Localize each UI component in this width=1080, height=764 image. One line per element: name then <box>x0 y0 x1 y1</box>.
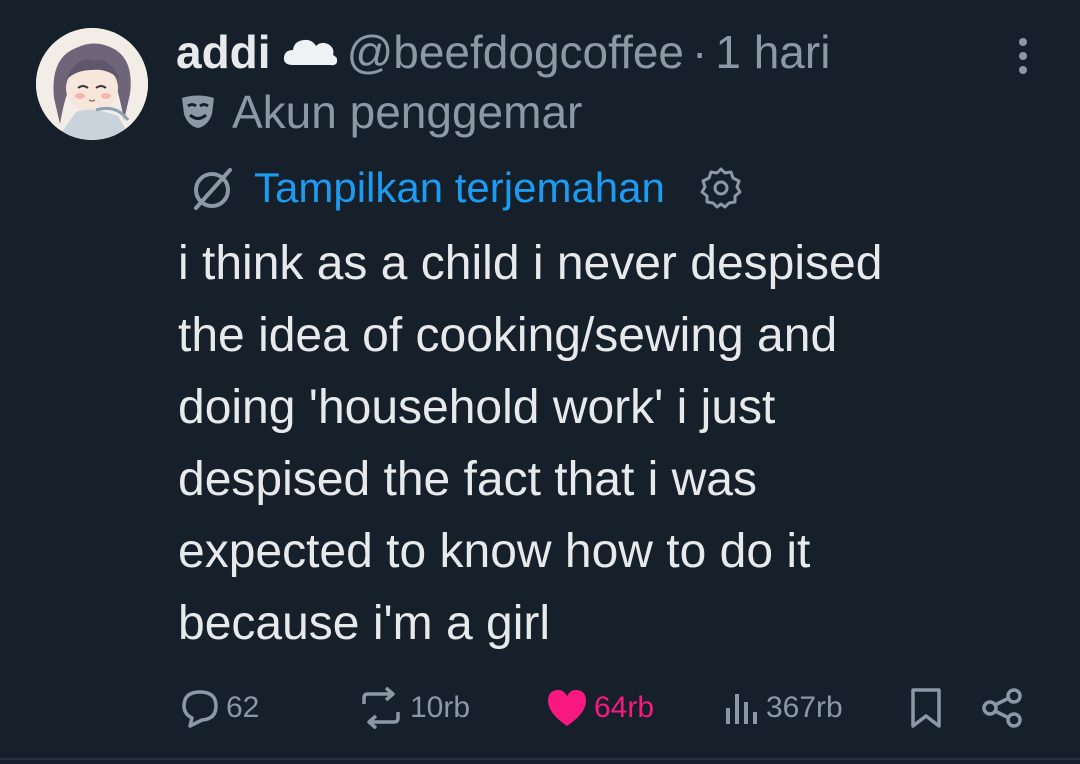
reply-button[interactable]: 62 <box>178 680 259 736</box>
gear-icon[interactable] <box>699 166 743 210</box>
views-button[interactable]: 367rb <box>722 680 843 736</box>
translate-row: Tampilkan terjemahan <box>186 160 743 216</box>
reply-count: 62 <box>226 691 260 724</box>
tweet-text-line: i think as a child i never despised <box>178 237 883 290</box>
repost-count: 10rb <box>410 691 471 724</box>
heart-icon <box>548 689 586 726</box>
share-button[interactable] <box>980 680 1026 736</box>
bookmark-icon <box>911 688 941 728</box>
translate-link[interactable]: Tampilkan terjemahan <box>254 164 665 212</box>
repost-button[interactable]: 10rb <box>356 680 470 736</box>
tweet-text-line: because i'm a girl <box>178 597 550 650</box>
theater-mask-icon <box>182 95 214 128</box>
like-count: 64rb <box>594 691 655 724</box>
tweet-text-line: doing 'household work' i just <box>178 381 776 434</box>
separator-dot: · <box>692 26 708 78</box>
like-button[interactable]: 64rb <box>544 680 654 736</box>
user-handle[interactable]: @beefdogcoffee <box>347 25 684 79</box>
account-label-text: Akun penggemar <box>232 86 583 138</box>
tweet-text: i think as a child i never despised the … <box>178 228 1038 660</box>
tweet-text-line: despised the fact that i was <box>178 453 757 506</box>
tweet-text-line: the idea of cooking/sewing and <box>178 309 838 362</box>
tweet-header: addi @beefdogcoffee · 1 hari <box>176 22 830 82</box>
avatar-image <box>36 28 148 140</box>
bar-chart-icon <box>726 694 757 724</box>
cloud-icon <box>281 35 339 69</box>
translate-icon[interactable] <box>186 162 238 214</box>
speech-bubble-icon <box>182 690 218 728</box>
divider <box>0 758 1080 760</box>
timestamp[interactable]: 1 hari <box>715 25 830 79</box>
repost-icon <box>362 686 400 730</box>
display-name[interactable]: addi <box>176 25 271 79</box>
account-label: Akun penggemar <box>178 84 582 140</box>
action-bar: 62 10rb 64rb 367rb <box>0 680 1080 736</box>
views-count: 367rb <box>766 691 843 724</box>
more-vertical-icon[interactable] <box>1008 34 1038 78</box>
tweet-text-line: expected to know how to do it <box>178 525 811 578</box>
avatar[interactable] <box>36 28 148 140</box>
share-icon <box>982 688 1022 728</box>
bookmark-button[interactable] <box>906 680 946 736</box>
